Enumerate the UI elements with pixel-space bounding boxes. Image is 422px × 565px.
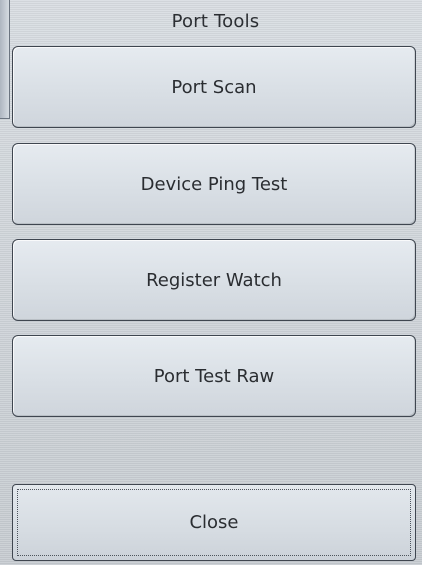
close-label: Close bbox=[189, 512, 239, 533]
port-scan-label: Port Scan bbox=[171, 76, 257, 98]
device-ping-test-label: Device Ping Test bbox=[140, 173, 288, 195]
device-ping-test-button[interactable]: Device Ping Test bbox=[12, 143, 416, 225]
port-tools-screen: Port Tools Port Scan Device Ping Test Re… bbox=[0, 0, 422, 565]
close-button[interactable]: Close bbox=[12, 484, 416, 561]
register-watch-label: Register Watch bbox=[146, 269, 282, 291]
title-bar: Port Tools bbox=[9, 0, 422, 42]
dialog-title: Port Tools bbox=[171, 10, 260, 32]
port-scan-button[interactable]: Port Scan bbox=[12, 46, 416, 128]
port-test-raw-button[interactable]: Port Test Raw bbox=[12, 335, 416, 417]
port-test-raw-label: Port Test Raw bbox=[153, 365, 275, 387]
register-watch-button[interactable]: Register Watch bbox=[12, 239, 416, 321]
